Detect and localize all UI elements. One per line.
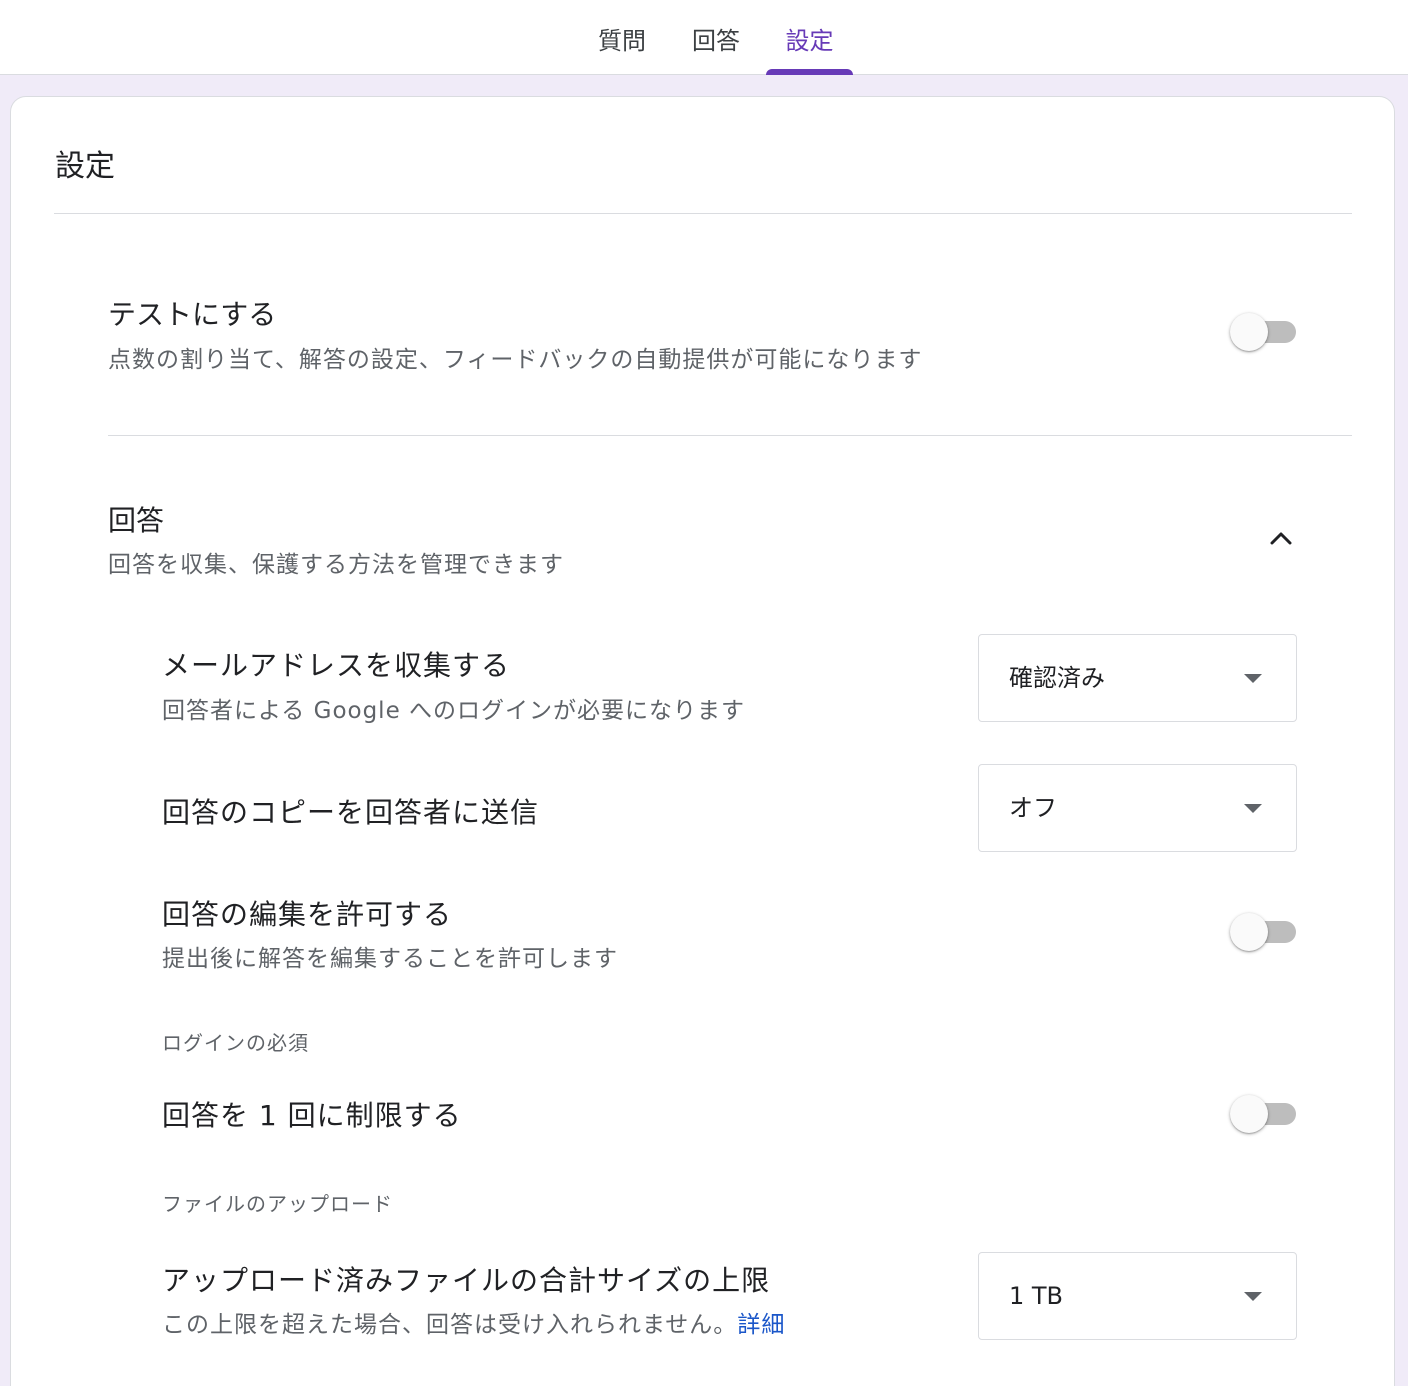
collect-email-title: メールアドレスを収集する [162, 649, 511, 682]
allow-edit-description: 提出後に解答を編集することを許可します [162, 946, 618, 972]
file-upload-group-label: ファイルのアップロード [162, 1192, 393, 1216]
tab-responses[interactable]: 回答 [676, 0, 756, 75]
send-copy-dropdown[interactable]: オフ [978, 764, 1297, 852]
quiz-setting-description: 点数の割り当て、解答の設定、フィードバックの自動提供が可能になります [108, 347, 923, 373]
quiz-setting-title: テストにする [108, 298, 277, 331]
upload-limit-description-text: この上限を超えた場合、回答は受け入れられません。 [162, 1312, 738, 1338]
section-divider [108, 435, 1352, 436]
toggle-thumb [1230, 1095, 1268, 1133]
tab-questions[interactable]: 質問 [582, 0, 662, 75]
login-required-group-label: ログインの必須 [162, 1031, 309, 1055]
dropdown-value: 確認済み [1009, 664, 1105, 692]
allow-edit-title: 回答の編集を許可する [162, 898, 453, 931]
limit-one-response-toggle[interactable] [1230, 1093, 1298, 1133]
dropdown-value: オフ [1009, 794, 1057, 822]
responses-section-title: 回答 [108, 504, 165, 537]
toggle-thumb [1230, 313, 1268, 351]
learn-more-link[interactable]: 詳細 [737, 1312, 785, 1338]
limit-one-response-title: 回答を 1 回に制限する [162, 1099, 462, 1132]
quiz-toggle[interactable] [1230, 311, 1298, 351]
send-copy-title: 回答のコピーを回答者に送信 [162, 796, 540, 829]
responses-section-description: 回答を収集、保護する方法を管理できます [108, 552, 564, 578]
collect-email-description: 回答者による Google へのログインが必要になります [162, 698, 746, 724]
active-tab-indicator [766, 69, 853, 75]
settings-card: 設定 テストにする 点数の割り当て、解答の設定、フィードバックの自動提供が可能に… [10, 96, 1395, 1386]
tab-settings[interactable]: 設定 [766, 0, 853, 75]
upload-limit-description: この上限を超えた場合、回答は受け入れられません。詳細 [162, 1305, 785, 1339]
settings-title: 設定 [55, 149, 115, 184]
dropdown-arrow-icon [1244, 1292, 1262, 1301]
dropdown-value: 1 TB [1009, 1282, 1064, 1310]
toggle-thumb [1230, 913, 1268, 951]
dropdown-arrow-icon [1244, 674, 1262, 683]
title-divider [54, 213, 1352, 214]
top-tab-bar: 質問 回答 設定 [0, 0, 1408, 75]
tab-settings-label: 設定 [785, 27, 834, 55]
upload-limit-title: アップロード済みファイルの合計サイズの上限 [162, 1264, 771, 1297]
dropdown-arrow-icon [1244, 804, 1262, 813]
upload-limit-dropdown[interactable]: 1 TB [978, 1252, 1297, 1340]
chevron-up-icon[interactable] [1266, 523, 1296, 553]
collect-email-dropdown[interactable]: 確認済み [978, 634, 1297, 722]
allow-edit-toggle[interactable] [1230, 911, 1298, 951]
